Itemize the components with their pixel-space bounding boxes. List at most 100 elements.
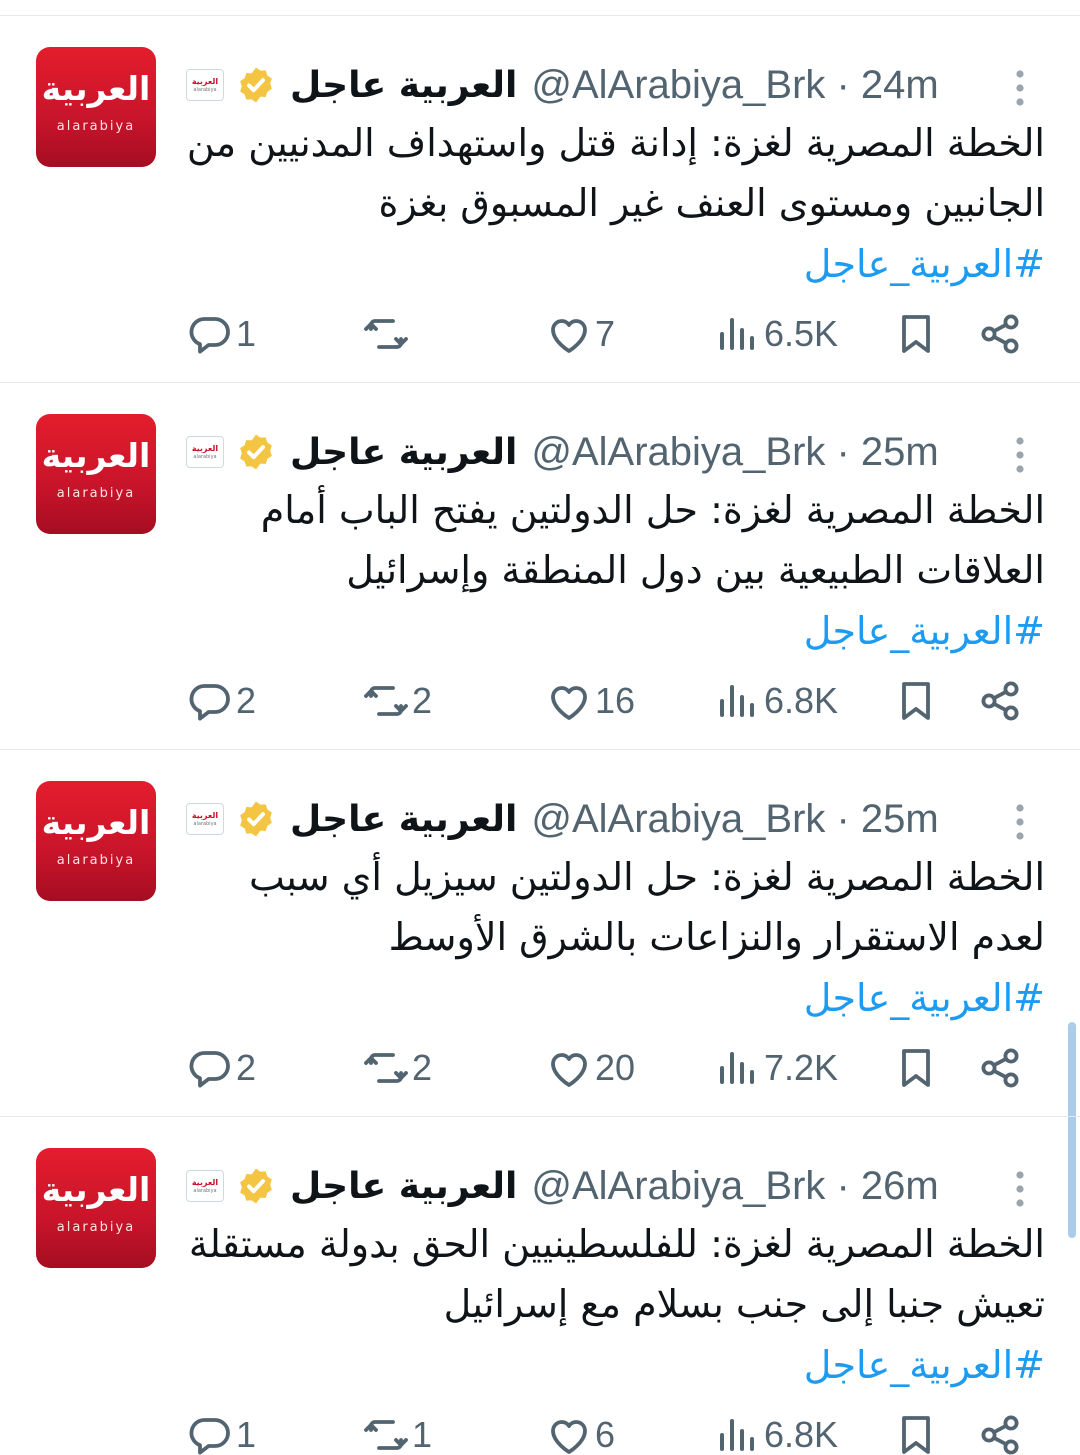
share-button[interactable]	[976, 1407, 1024, 1455]
heart-icon	[551, 1053, 587, 1087]
tweet-1[interactable]: العربية alarabiya العربية alarabiya العر…	[0, 16, 1080, 383]
views-icon	[720, 318, 754, 350]
affiliation-badge-latin: alarabiya	[193, 1187, 217, 1194]
more-vertical-icon[interactable]	[1010, 802, 1030, 842]
affiliation-badge[interactable]: العربية alarabiya	[186, 69, 224, 101]
handle-and-timestamp[interactable]: @AlArabiya_Brk · 26m	[531, 1164, 938, 1209]
views-icon	[720, 1419, 754, 1451]
views-icon	[720, 685, 754, 717]
bookmark-button[interactable]	[892, 306, 940, 362]
handle-and-timestamp[interactable]: @AlArabiya_Brk · 25m	[531, 797, 938, 842]
retweet-button[interactable]	[362, 306, 412, 362]
tweet-text-line-2: الجانبين ومستوى العنف غير المسبوق بغزة	[378, 181, 1045, 225]
share-icon	[981, 681, 1019, 721]
verified-badge-icon[interactable]	[236, 65, 276, 105]
hashtag-link[interactable]: #العربية_عاجل	[180, 1335, 1045, 1395]
more-vertical-icon[interactable]	[1010, 68, 1030, 108]
bookmark-icon	[902, 1416, 930, 1454]
like-button[interactable]: 16	[545, 673, 635, 729]
bookmark-button[interactable]	[892, 1407, 940, 1455]
avatar[interactable]: العربية alarabiya	[36, 47, 156, 167]
affiliation-badge-latin: alarabiya	[193, 453, 217, 460]
avatar[interactable]: العربية alarabiya	[36, 414, 156, 534]
tweet-header: العربية alarabiya العربية عاجل @AlArabiy…	[186, 1158, 939, 1214]
tweet-text: الخطة المصرية لغزة: للفلسطينيين الحق بدو…	[180, 1214, 1045, 1334]
affiliation-badge-latin: alarabiya	[193, 86, 217, 93]
reply-count: 2	[236, 680, 257, 721]
bookmark-icon	[902, 1049, 930, 1087]
handle-and-timestamp[interactable]: @AlArabiya_Brk · 25m	[531, 430, 938, 475]
verified-badge-icon[interactable]	[236, 799, 276, 839]
avatar-logo-latin: alarabiya	[56, 119, 136, 134]
bookmark-button[interactable]	[892, 673, 940, 729]
reply-button[interactable]: 1	[186, 306, 256, 362]
share-icon	[981, 1415, 1019, 1455]
retweet-button[interactable]: 2	[362, 1040, 432, 1096]
like-count: 16	[595, 680, 636, 721]
like-button[interactable]: 6	[545, 1407, 615, 1455]
verified-badge-icon[interactable]	[236, 432, 276, 472]
hashtag-link[interactable]: #العربية_عاجل	[180, 601, 1045, 661]
display-name[interactable]: العربية عاجل	[290, 1166, 517, 1207]
avatar-logo-arabic: العربية	[41, 803, 151, 842]
more-vertical-icon[interactable]	[1010, 1169, 1030, 1209]
more-vertical-icon[interactable]	[1010, 435, 1030, 475]
tweet-4[interactable]: العربية alarabiya العربية alarabiya العر…	[0, 1117, 1080, 1455]
tweet-text-line-2: العلاقات الطبيعية بين دول المنطقة وإسرائ…	[346, 548, 1045, 592]
timeline-feed: العربية alarabiya العربية alarabiya العر…	[0, 0, 1080, 1455]
affiliation-badge[interactable]: العربية alarabiya	[186, 803, 224, 835]
tweet-2[interactable]: العربية alarabiya العربية alarabiya العر…	[0, 383, 1080, 750]
reply-count: 1	[236, 313, 257, 354]
hashtag-link[interactable]: #العربية_عاجل	[180, 234, 1045, 294]
avatar[interactable]: العربية alarabiya	[36, 781, 156, 901]
share-button[interactable]	[976, 1040, 1024, 1096]
affiliation-badge-arabic: العربية	[191, 443, 219, 453]
display-name[interactable]: العربية عاجل	[290, 799, 517, 840]
retweet-button[interactable]: 2	[362, 673, 432, 729]
tweet-text: الخطة المصرية لغزة: حل الدولتين سيزيل أي…	[180, 847, 1045, 967]
like-button[interactable]: 7	[545, 306, 615, 362]
avatar-logo-latin: alarabiya	[56, 486, 136, 501]
views-button[interactable]: 7.2K	[714, 1040, 838, 1096]
tweet-3[interactable]: العربية alarabiya العربية alarabiya العر…	[0, 750, 1080, 1117]
retweet-count: 2	[412, 1047, 433, 1088]
retweet-count: 2	[412, 680, 433, 721]
reply-button[interactable]: 1	[186, 1407, 256, 1455]
bookmark-icon	[902, 682, 930, 720]
avatar[interactable]: العربية alarabiya	[36, 1148, 156, 1268]
display-name[interactable]: العربية عاجل	[290, 432, 517, 473]
display-name[interactable]: العربية عاجل	[290, 65, 517, 106]
retweet-button[interactable]: 1	[362, 1407, 432, 1455]
handle-and-timestamp[interactable]: @AlArabiya_Brk · 24m	[531, 63, 938, 108]
reply-count: 2	[236, 1047, 257, 1088]
tweet-text-line-2: تعيش جنبا إلى جنب بسلام مع إسرائيل	[443, 1282, 1045, 1326]
heart-icon	[551, 319, 587, 353]
reply-button[interactable]: 2	[186, 673, 256, 729]
avatar-logo-arabic: العربية	[41, 69, 151, 108]
retweet-icon	[364, 686, 408, 716]
share-icon	[981, 314, 1019, 354]
views-button[interactable]: 6.8K	[714, 673, 838, 729]
views-button[interactable]: 6.8K	[714, 1407, 838, 1455]
view-count: 7.2K	[764, 1047, 839, 1088]
views-button[interactable]: 6.5K	[714, 306, 838, 362]
tweet-text-line-1: الخطة المصرية لغزة: للفلسطينيين الحق بدو…	[188, 1222, 1045, 1266]
bookmark-button[interactable]	[892, 1040, 940, 1096]
views-icon	[720, 1052, 754, 1084]
share-button[interactable]	[976, 673, 1024, 729]
reply-icon	[189, 1051, 230, 1088]
affiliation-badge[interactable]: العربية alarabiya	[186, 436, 224, 468]
affiliation-badge[interactable]: العربية alarabiya	[186, 1170, 224, 1202]
tweet-text-line-1: الخطة المصرية لغزة: إدانة قتل واستهداف ا…	[186, 121, 1045, 165]
hashtag-link[interactable]: #العربية_عاجل	[180, 968, 1045, 1028]
share-button[interactable]	[976, 306, 1024, 362]
tweet-header: العربية alarabiya العربية عاجل @AlArabiy…	[186, 57, 939, 113]
reply-button[interactable]: 2	[186, 1040, 256, 1096]
tweet-text: الخطة المصرية لغزة: حل الدولتين يفتح الب…	[180, 480, 1045, 600]
like-button[interactable]: 20	[545, 1040, 635, 1096]
avatar-logo-latin: alarabiya	[56, 1220, 136, 1235]
verified-badge-icon[interactable]	[236, 1166, 276, 1206]
retweet-count: 1	[412, 1414, 433, 1455]
tweet-text: الخطة المصرية لغزة: إدانة قتل واستهداف ا…	[180, 113, 1045, 233]
reply-icon	[189, 1418, 230, 1455]
